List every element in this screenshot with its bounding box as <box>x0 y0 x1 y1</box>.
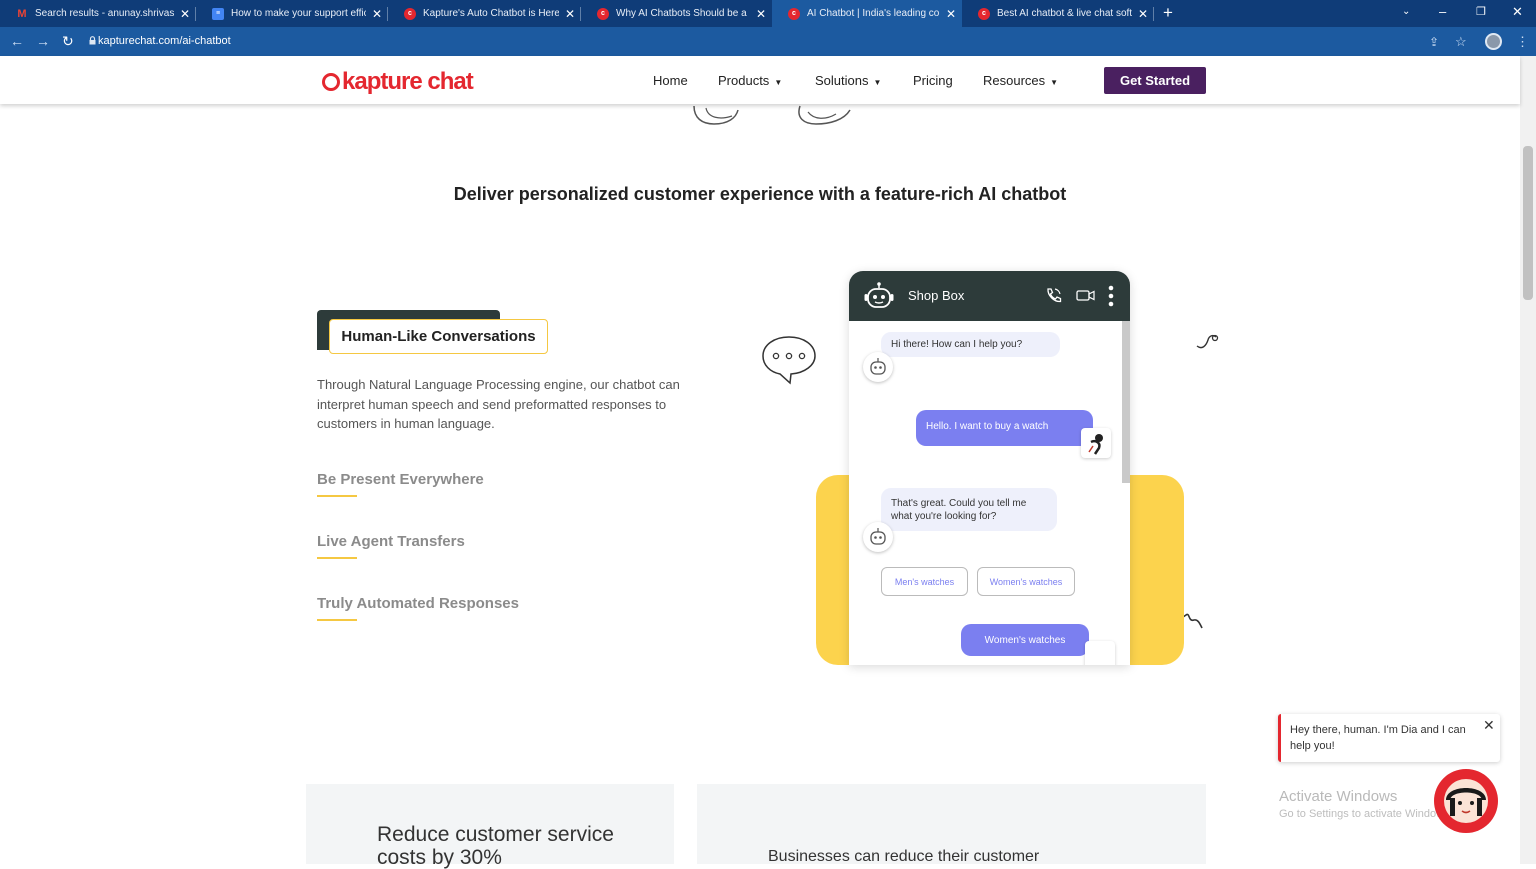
tab-title: Best AI chatbot & live chat softw <box>997 8 1132 19</box>
kapture-icon: c <box>404 7 416 20</box>
browser-tab-gmail[interactable]: M Search results - anunay.shrivastav ✕ <box>0 0 196 27</box>
site-header: kapture chat Home Products ▼ Solutions ▼ P… <box>0 56 1520 104</box>
minimize-icon[interactable]: – <box>1439 4 1446 19</box>
profile-avatar[interactable] <box>1485 33 1502 50</box>
close-icon[interactable]: ✕ <box>565 7 575 21</box>
close-icon[interactable]: ✕ <box>756 7 766 21</box>
close-icon[interactable]: ✕ <box>946 7 956 21</box>
user-avatar <box>1081 428 1111 458</box>
feature-item-live-agent[interactable]: Live Agent Transfers <box>317 533 465 559</box>
bot-icon <box>870 358 886 375</box>
tab-title: Kapture's Auto Chatbot is Here to <box>423 8 559 19</box>
squiggle-icon <box>1196 334 1219 349</box>
feature-item-be-present[interactable]: Be Present Everywhere <box>317 471 484 497</box>
nav-solutions[interactable]: Solutions ▼ <box>815 73 881 88</box>
user-avatar <box>1085 641 1115 665</box>
chat-widget-greeting[interactable]: Hey there, human. I'm Dia and I can help… <box>1278 714 1500 762</box>
more-options-icon[interactable] <box>1108 285 1114 307</box>
chat-title: Shop Box <box>908 288 965 303</box>
url-field[interactable]: kapturechat.com/ai-chatbot <box>98 35 231 47</box>
close-icon[interactable]: ✕ <box>180 7 190 21</box>
tab-title: How to make your support efficie <box>231 8 366 19</box>
bot-avatar <box>863 522 893 552</box>
browser-tab-strip: M Search results - anunay.shrivastav ✕ ≡… <box>0 0 1536 27</box>
kapture-icon: c <box>978 7 990 20</box>
caret-down-icon: ▼ <box>774 78 783 87</box>
nav-home[interactable]: Home <box>653 73 688 88</box>
phone-call-icon[interactable] <box>1045 287 1062 304</box>
bot-message: Hi there! How can I help you? <box>881 332 1060 357</box>
bot-avatar <box>863 352 893 382</box>
assistant-avatar-icon <box>1444 779 1488 823</box>
caret-down-icon: ▼ <box>873 78 882 87</box>
nav-resources[interactable]: Resources ▼ <box>983 73 1058 88</box>
get-started-button[interactable]: Get Started <box>1104 67 1206 94</box>
close-icon[interactable]: ✕ <box>1138 7 1148 21</box>
chat-header: Shop Box <box>849 271 1130 321</box>
browser-tab-why-ai[interactable]: c Why AI Chatbots Should be a Par ✕ <box>581 0 772 27</box>
close-icon[interactable]: ✕ <box>1483 717 1495 734</box>
logo[interactable]: kapture chat <box>322 68 474 96</box>
os-watermark-subtitle: Go to Settings to activate Windows. <box>1279 808 1453 820</box>
user-message: Hello. I want to buy a watch <box>916 410 1093 446</box>
restore-icon[interactable]: ❐ <box>1476 5 1486 18</box>
menu-icon[interactable]: ⋮ <box>1516 34 1529 50</box>
logo-text: kapture chat <box>342 68 474 95</box>
caret-down-icon: ▼ <box>1050 78 1059 87</box>
feature-tab-human-like[interactable]: Human-Like Conversations <box>329 319 548 354</box>
bookmark-star-icon[interactable]: ☆ <box>1455 34 1467 50</box>
nav-pricing[interactable]: Pricing <box>913 73 953 88</box>
back-icon[interactable]: ← <box>10 33 24 49</box>
section-heading: Deliver personalized customer experience… <box>453 184 1067 204</box>
feature-underline <box>317 619 357 621</box>
docs-icon: ≡ <box>212 7 224 20</box>
close-window-icon[interactable]: ✕ <box>1512 4 1523 20</box>
new-tab-icon[interactable]: + <box>1163 3 1173 23</box>
video-call-icon[interactable] <box>1076 289 1095 302</box>
bot-icon <box>870 528 886 545</box>
tab-title: Search results - anunay.shrivastav <box>35 8 174 19</box>
chat-demo-window: Shop Box Hi there! How can I help you? H… <box>849 271 1130 665</box>
speech-bubble-icon <box>762 336 816 385</box>
stats-card-title: Reduce customer service costs by 30% <box>377 823 614 869</box>
chat-scrollbar[interactable] <box>1122 321 1130 483</box>
tab-title: Why AI Chatbots Should be a Par <box>616 8 750 19</box>
option-womens-watches[interactable]: Women's watches <box>977 567 1075 596</box>
tab-search-icon[interactable]: ⌄ <box>1402 6 1410 17</box>
bot-icon <box>864 282 894 308</box>
address-bar: ← → ↻ kapturechat.com/ai-chatbot ⇪ ☆ ⋮ <box>0 27 1536 56</box>
feature-underline <box>317 495 357 497</box>
nav-products[interactable]: Products ▼ <box>718 73 782 88</box>
reload-icon[interactable]: ↻ <box>62 33 74 50</box>
user-avatar-icon <box>1088 434 1103 455</box>
forward-icon[interactable]: → <box>36 33 50 49</box>
close-icon[interactable]: ✕ <box>372 7 382 21</box>
stats-card-title: Businesses can reduce their customer <box>768 848 1040 865</box>
gmail-icon: M <box>17 7 27 20</box>
os-watermark-title: Activate Windows <box>1279 788 1398 805</box>
page-scrollbar-thumb[interactable] <box>1523 146 1533 300</box>
user-message: Women's watches <box>961 624 1089 656</box>
browser-tab-best-ai[interactable]: c Best AI chatbot & live chat softw ✕ <box>962 0 1154 27</box>
kapture-icon: c <box>597 7 609 20</box>
feature-item-automated[interactable]: Truly Automated Responses <box>317 595 519 621</box>
tab-title: AI Chatbot | India's leading conve <box>807 8 940 19</box>
browser-tab-docs[interactable]: ≡ How to make your support efficie ✕ <box>196 0 388 27</box>
share-icon[interactable]: ⇪ <box>1429 35 1439 49</box>
browser-tab-kapture-auto[interactable]: c Kapture's Auto Chatbot is Here to ✕ <box>388 0 581 27</box>
option-mens-watches[interactable]: Men's watches <box>881 567 968 596</box>
feature-underline <box>317 557 357 559</box>
feature-description: Through Natural Language Processing engi… <box>317 377 680 431</box>
robot-illustration <box>693 105 851 125</box>
browser-tab-ai-chatbot[interactable]: c AI Chatbot | India's leading conve ✕ <box>772 0 962 27</box>
logo-mark-icon <box>322 73 340 91</box>
lock-icon <box>89 36 96 45</box>
kapture-icon: c <box>788 7 800 20</box>
bot-message: That's great. Could you tell me what you… <box>881 488 1057 531</box>
chat-widget-launcher[interactable] <box>1434 769 1498 833</box>
